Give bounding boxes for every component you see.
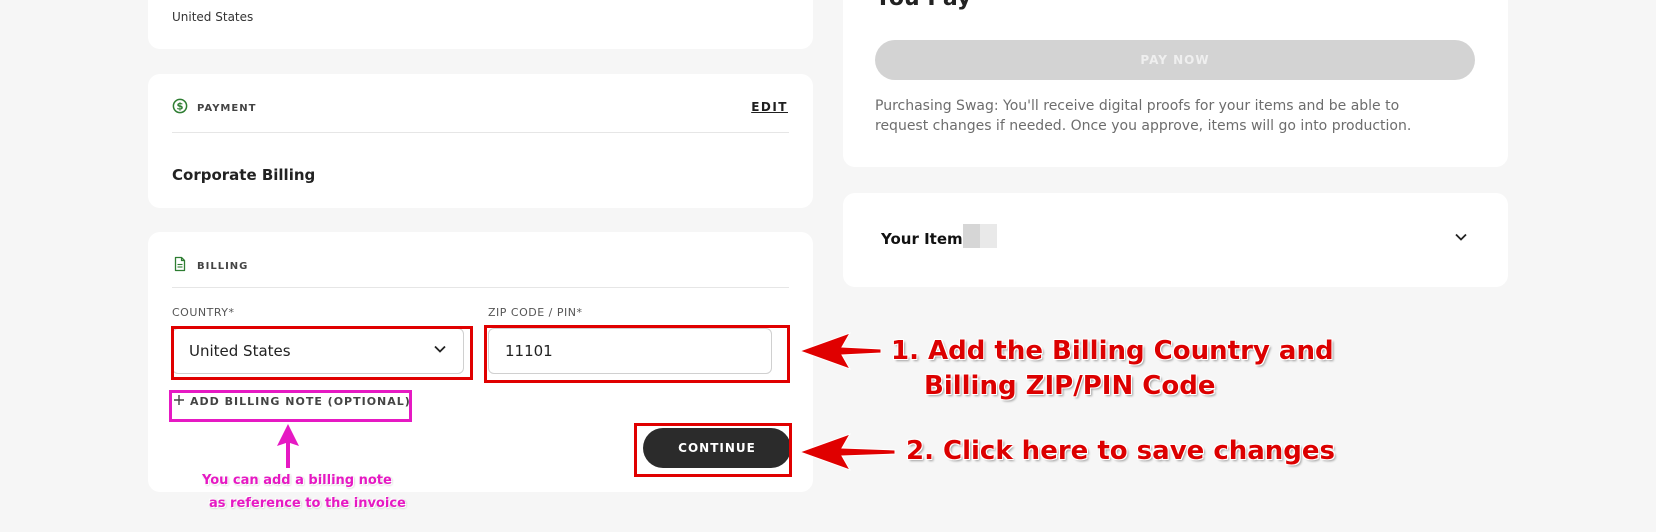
arrow-to-billing-note-icon (277, 424, 299, 468)
annotation-note-line1: You can add a billing note (202, 473, 392, 488)
annotation-step1-line2: Billing ZIP/PIN Code (924, 371, 1216, 401)
annotation-arrows (277, 332, 896, 471)
annotation-step2: 2. Click here to save changes (906, 436, 1336, 466)
annotation-step1-line1: 1. Add the Billing Country and (891, 336, 1334, 366)
arrow-to-continue-icon (798, 433, 896, 471)
annotation-note-line2: as reference to the invoice (209, 496, 406, 511)
arrow-to-zip-icon (798, 332, 882, 370)
